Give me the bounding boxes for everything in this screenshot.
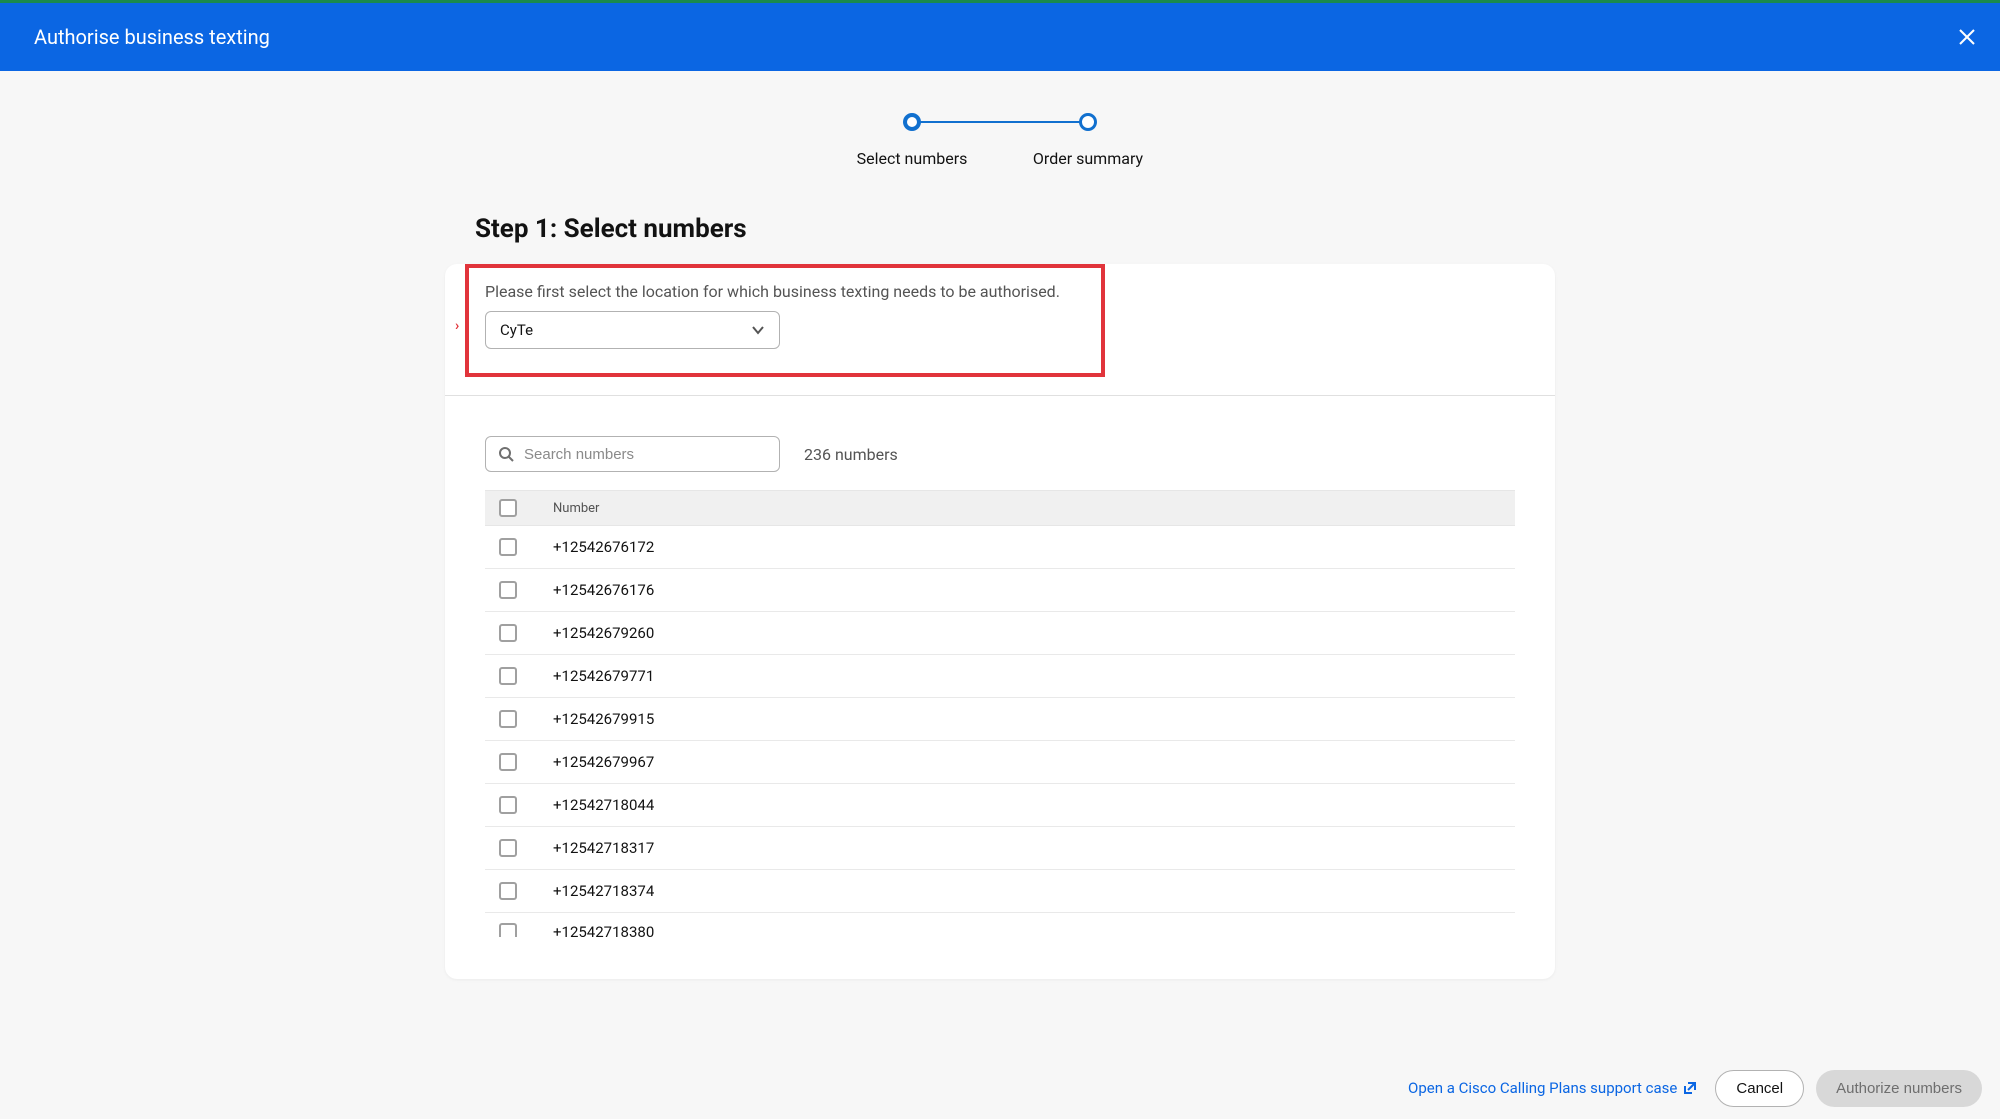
- modal-title: Authorise business texting: [34, 25, 270, 49]
- number-cell: +12542679771: [553, 667, 654, 685]
- chevron-down-icon: [751, 323, 765, 337]
- main-card: › Please first select the location for w…: [445, 264, 1555, 979]
- table-row[interactable]: +12542679771: [485, 655, 1515, 698]
- select-all-checkbox[interactable]: [499, 499, 517, 517]
- location-selected-value: CyTe: [500, 321, 533, 339]
- row-checkbox[interactable]: [499, 796, 517, 814]
- table-header: Number: [485, 490, 1515, 526]
- table-row[interactable]: +12542679260: [485, 612, 1515, 655]
- row-checkbox[interactable]: [499, 667, 517, 685]
- modal-header: Authorise business texting: [0, 3, 2000, 71]
- table-row[interactable]: +12542679967: [485, 741, 1515, 784]
- stepper: Select numbers Order summary: [0, 71, 2000, 168]
- row-checkbox[interactable]: [499, 923, 517, 937]
- search-input[interactable]: [524, 446, 767, 463]
- table-row[interactable]: +12542718317: [485, 827, 1515, 870]
- table-row[interactable]: +12542676172: [485, 526, 1515, 569]
- step-indicator-active: [903, 113, 921, 131]
- number-cell: +12542679260: [553, 624, 654, 642]
- row-checkbox[interactable]: [499, 581, 517, 599]
- number-cell: +12542718317: [553, 839, 654, 857]
- external-link-icon: [1683, 1081, 1697, 1095]
- row-checkbox[interactable]: [499, 753, 517, 771]
- table-row[interactable]: +12542718380: [485, 913, 1515, 951]
- authorize-button[interactable]: Authorize numbers: [1816, 1070, 1982, 1107]
- row-checkbox[interactable]: [499, 710, 517, 728]
- search-input-wrapper[interactable]: [485, 436, 780, 472]
- support-link-label: Open a Cisco Calling Plans support case: [1408, 1079, 1677, 1097]
- location-instruction: Please first select the location for whi…: [485, 282, 1085, 301]
- location-select[interactable]: CyTe: [485, 311, 780, 349]
- highlight-marker: ›: [455, 318, 459, 334]
- footer: Open a Cisco Calling Plans support case …: [0, 1057, 2000, 1119]
- row-checkbox[interactable]: [499, 538, 517, 556]
- step-label: Select numbers: [857, 149, 968, 168]
- numbers-table: Number +12542676172 +12542676176 +125426…: [445, 490, 1555, 951]
- table-row[interactable]: +12542718374: [485, 870, 1515, 913]
- location-highlight: Please first select the location for whi…: [465, 264, 1105, 377]
- row-checkbox[interactable]: [499, 882, 517, 900]
- column-header-number: Number: [553, 501, 599, 516]
- row-checkbox[interactable]: [499, 839, 517, 857]
- number-cell: +12542679915: [553, 710, 654, 728]
- cancel-button[interactable]: Cancel: [1715, 1070, 1804, 1107]
- search-icon: [498, 446, 514, 462]
- number-cell: +12542676176: [553, 581, 654, 599]
- step-indicator-pending: [1079, 113, 1097, 131]
- step-order-summary: Order summary: [998, 113, 1178, 168]
- row-checkbox[interactable]: [499, 624, 517, 642]
- table-row[interactable]: +12542679915: [485, 698, 1515, 741]
- page-title: Step 1: Select numbers: [445, 214, 1555, 244]
- table-row[interactable]: +12542676176: [485, 569, 1515, 612]
- number-cell: +12542679967: [553, 753, 654, 771]
- close-icon[interactable]: [1958, 28, 1976, 46]
- number-cell: +12542718044: [553, 796, 654, 814]
- step-label: Order summary: [1033, 149, 1143, 168]
- numbers-toolbar: 236 numbers: [445, 396, 1555, 490]
- number-cell: +12542676172: [553, 538, 654, 556]
- number-cell: +12542718374: [553, 882, 654, 900]
- numbers-count: 236 numbers: [804, 445, 898, 464]
- table-row[interactable]: +12542718044: [485, 784, 1515, 827]
- number-cell: +12542718380: [553, 923, 654, 941]
- support-link[interactable]: Open a Cisco Calling Plans support case: [1408, 1079, 1697, 1097]
